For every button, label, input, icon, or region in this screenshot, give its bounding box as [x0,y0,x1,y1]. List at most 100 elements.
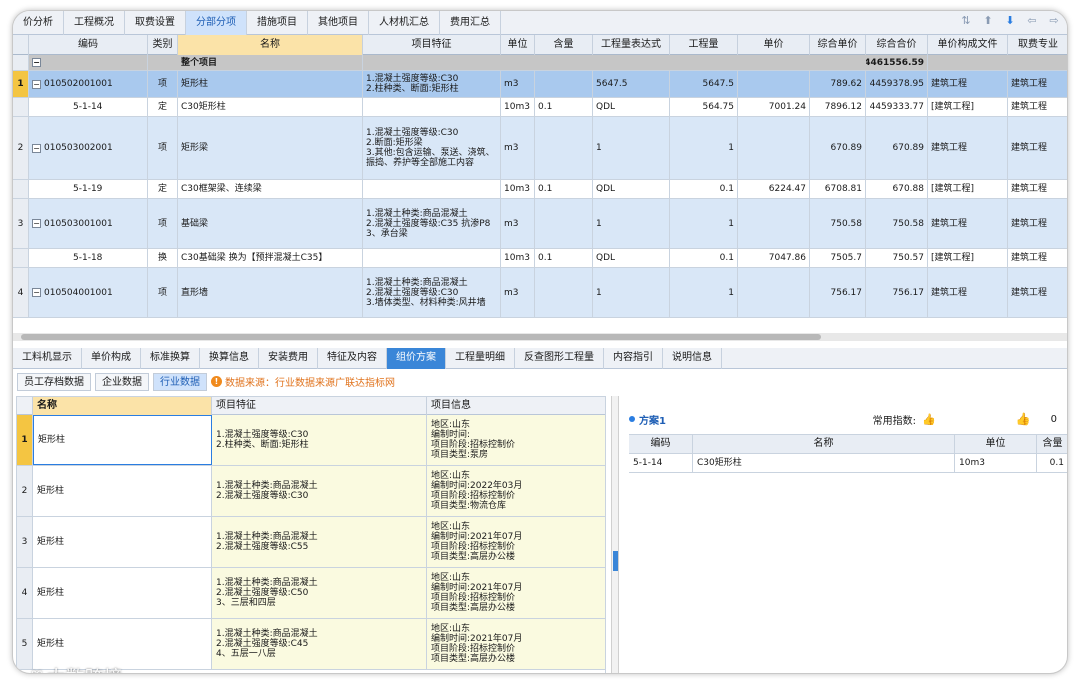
column-header[interactable]: 项目特征 [363,35,501,55]
cell-price[interactable]: 7047.86 [738,249,810,267]
cell-unit[interactable]: m3 [501,117,535,179]
cell-price[interactable] [738,71,810,97]
cell-file[interactable]: [建筑工程] [928,180,1008,198]
cell-name[interactable]: 矩形梁 [178,117,363,179]
collapse-toggle[interactable]: − [29,55,148,70]
cell-expr[interactable]: QDL [593,249,670,267]
cell-expr[interactable]: 5647.5 [593,71,670,97]
plan-row[interactable]: 5-1-14 C30矩形柱 10m3 0.1 [629,454,1067,473]
column-header[interactable]: 含量 [1037,435,1067,453]
cell-content[interactable] [535,117,593,179]
cell-feature[interactable]: 1.混凝土种类:商品混凝土 2.混凝土强度等级:C30 3.墙体类型、材料种类:… [363,268,501,317]
cell-file[interactable]: 建筑工程 [928,268,1008,317]
cell-unit[interactable]: 10m3 [955,454,1037,472]
cell-uprice[interactable]: 789.62 [810,71,866,97]
cell-feature[interactable]: 1.混凝土种类:商品混凝土 2.混凝土强度等级:C50 3、三层和四层 [212,568,427,618]
cell-code[interactable]: 5-1-18 [29,249,148,267]
top-tab[interactable]: 措施项目 [247,11,308,35]
column-header[interactable]: 编码 [29,35,148,55]
detail-tab[interactable]: 标准换算 [141,348,200,369]
quota-row[interactable]: 5-1-18 换 C30基础梁 换为【预拌混凝土C35】 10m3 0.1 QDL 0.1 7… [13,249,1067,268]
cell-uprice[interactable]: 750.58 [810,199,866,248]
cell-type[interactable]: 项 [148,268,178,317]
cell-unit[interactable]: 10m3 [501,98,535,116]
column-header[interactable]: 单价 [738,35,810,55]
cell-total[interactable]: 756.17 [866,268,928,317]
cell-type[interactable]: 定 [148,98,178,116]
column-header[interactable]: 项目信息 [427,397,605,415]
cell-feature[interactable] [363,249,501,267]
cell-file[interactable]: [建筑工程] [928,249,1008,267]
column-header[interactable]: 综合合价 [866,35,928,55]
column-header[interactable]: 单位 [955,435,1037,453]
cell-uprice[interactable]: 6708.81 [810,180,866,198]
cell-type[interactable]: 换 [148,249,178,267]
cell-type[interactable]: 定 [148,180,178,198]
scrollbar-thumb[interactable] [21,334,821,340]
cell-file[interactable]: [建筑工程] [928,98,1008,116]
cell-feature[interactable]: 1.混凝土强度等级:C30 2.柱种类、断面:矩形柱 [212,415,427,465]
cell-price[interactable]: 7001.24 [738,98,810,116]
detail-tab[interactable]: 换算信息 [200,348,259,369]
arrow-left-icon[interactable]: ⇦ [1025,14,1039,27]
cell-expr[interactable]: 1 [593,268,670,317]
bill-item-row[interactable]: 3−010503001001 项基础梁 1.混凝土种类:商品混凝土 2.混凝土强度等… [13,199,1067,249]
cell-qty[interactable]: 1 [670,268,738,317]
cell-content[interactable]: 0.1 [535,98,593,116]
cell-content[interactable]: 0.1 [535,180,593,198]
cell-name[interactable]: C30基础梁 换为【预拌混凝土C35】 [178,249,363,267]
quota-row[interactable]: 5-1-19 定 C30框架梁、连续梁 10m3 0.1 QDL 0.1 6224.47 670… [13,180,1067,199]
cell-name[interactable]: 直形墙 [178,268,363,317]
cell-feature[interactable]: 1.混凝土种类:商品混凝土 2.混凝土强度等级:C35 抗渗P8 3、承台梁 [363,199,501,248]
column-header[interactable]: 类别 [148,35,178,55]
arrow-up-icon[interactable]: ⬆ [981,14,995,27]
top-tab[interactable]: 价分析 [13,11,64,35]
cell-name[interactable]: C30框架梁、连续梁 [178,180,363,198]
cell-price[interactable] [738,268,810,317]
cell-feature[interactable]: 1.混凝土强度等级:C30 2.柱种类、断面:矩形柱 [363,71,501,97]
cell-type[interactable]: 项 [148,71,178,97]
column-header[interactable]: 综合单价 [810,35,866,55]
source-tab[interactable]: 企业数据 [95,372,149,391]
column-header[interactable]: 工程量 [670,35,738,55]
cell-code[interactable]: −010504001001 [29,268,148,317]
cell-file[interactable]: 建筑工程 [928,199,1008,248]
cell-unit[interactable]: 10m3 [501,180,535,198]
cell-unit[interactable]: 10m3 [501,249,535,267]
column-header[interactable]: 工程量表达式 [593,35,670,55]
cell-content[interactable] [535,71,593,97]
cell-qty[interactable]: 0.1 [670,180,738,198]
collapse-icon[interactable]: − [32,79,41,89]
column-header[interactable]: 单位 [501,35,535,55]
cell-code[interactable]: 5-1-14 [29,98,148,116]
cell-name[interactable]: C30矩形柱 [693,454,955,472]
cell-feature[interactable]: 1.混凝土种类:商品混凝土 2.混凝土强度等级:C30 [212,466,427,516]
collapse-icon[interactable]: − [32,288,41,297]
collapse-icon[interactable]: − [32,58,41,67]
cell-name[interactable]: 基础梁 [178,199,363,248]
reference-row[interactable]: 1 矩形柱 1.混凝土强度等级:C30 2.柱种类、断面:矩形柱 地区:山东 编制时间… [17,415,605,466]
cell-content[interactable] [535,199,593,248]
cell-idx[interactable]: 3 [17,517,33,567]
cell-total[interactable]: 750.58 [866,199,928,248]
cell-price[interactable] [738,199,810,248]
cell-content[interactable]: 0.1 [535,249,593,267]
column-header[interactable]: 含量 [535,35,593,55]
column-header[interactable]: 名称 [693,435,955,453]
column-header[interactable]: 编码 [629,435,693,453]
cell-unit[interactable]: m3 [501,268,535,317]
cell-feature[interactable]: 1.混凝土强度等级:C30 2.断面:矩形梁 3.其他:包含运输、泵送、浇筑、振… [363,117,501,179]
quota-row[interactable]: 5-1-14 定 C30矩形柱 10m3 0.1 QDL 564.75 7001.24 7896… [13,98,1067,117]
cell-expr[interactable]: QDL [593,98,670,116]
cell-name[interactable]: 矩形柱 [33,466,212,516]
cell-spec[interactable]: 建筑工程 [1008,180,1067,198]
cell-feature[interactable] [363,98,501,116]
collapse-icon[interactable]: − [32,219,41,228]
top-tab[interactable]: 其他项目 [308,11,369,35]
detail-tab[interactable]: 单价构成 [82,348,141,369]
cell-total[interactable]: 670.88 [866,180,928,198]
cell-feature[interactable] [363,180,501,198]
total-row[interactable]: − 整个项目 4461556.59 [13,55,1067,71]
cell-total[interactable]: 4459333.77 [866,98,928,116]
cell-code[interactable]: −010502001001 [29,71,148,97]
